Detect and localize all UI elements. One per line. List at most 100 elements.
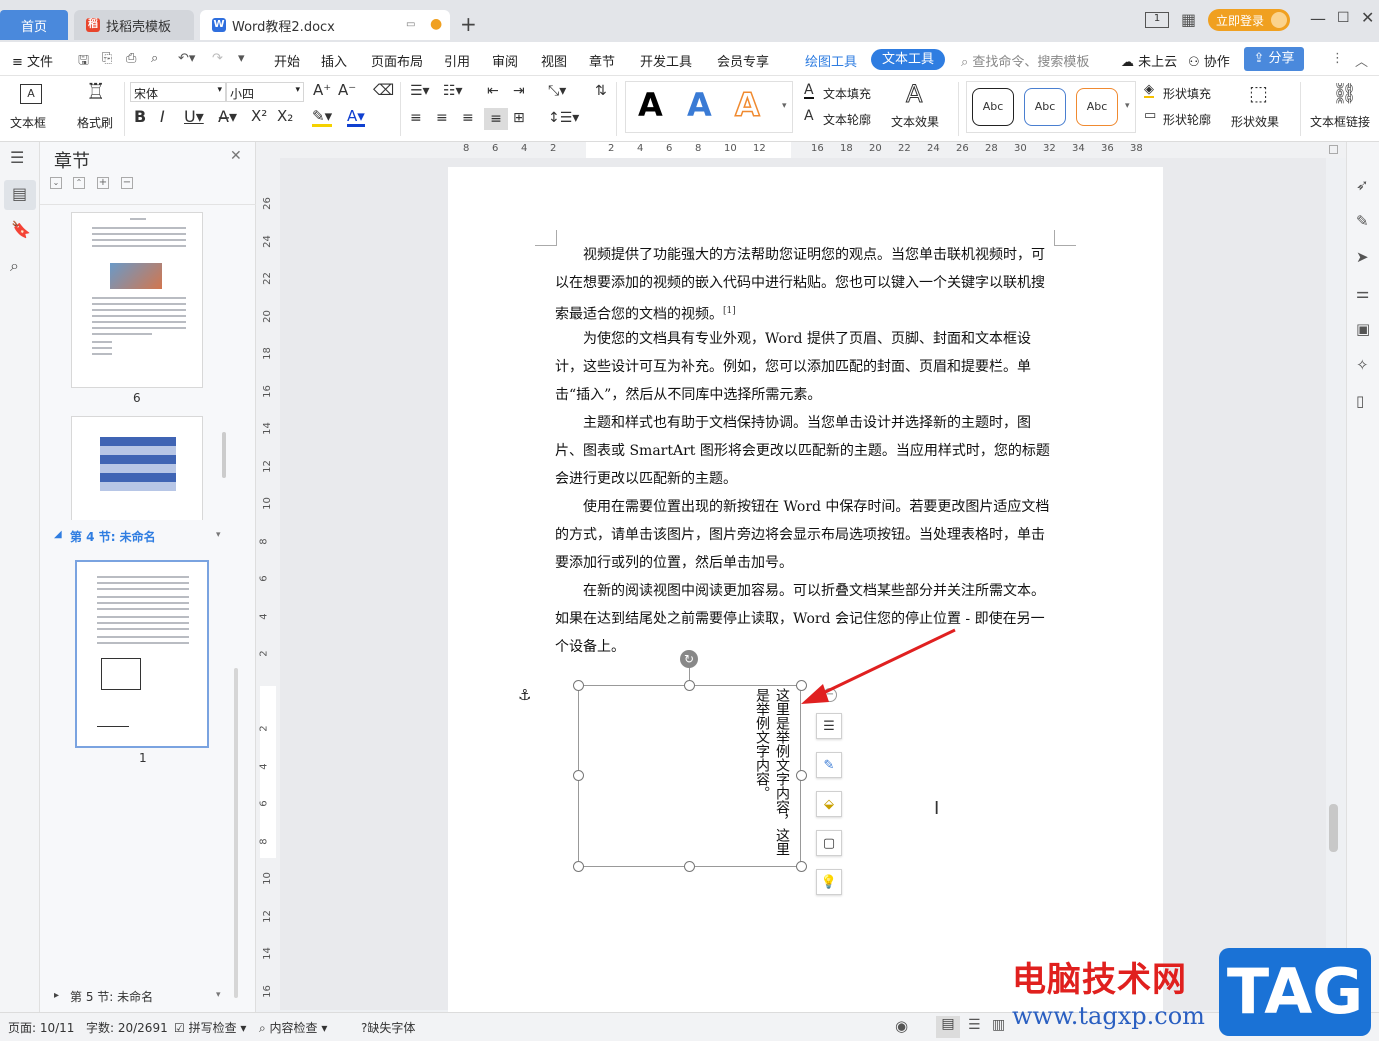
resize-handle-sw[interactable] bbox=[573, 861, 584, 872]
resize-handle-w[interactable] bbox=[573, 770, 584, 781]
menu-view[interactable]: 视图 bbox=[541, 51, 567, 70]
paragraph-2[interactable]: 为使您的文档具有专业外观，Word 提供了页眉、页脚、封面和文本框设计，这些设计… bbox=[555, 325, 1055, 409]
number-list-icon[interactable]: ☷▾ bbox=[443, 84, 463, 98]
rotate-handle-icon[interactable]: ↻ bbox=[680, 650, 698, 668]
textbox-button[interactable]: A 文本框 bbox=[8, 80, 54, 136]
superscript-icon[interactable]: X² bbox=[251, 109, 267, 124]
collapse-ribbon-icon[interactable]: ︿ bbox=[1355, 51, 1368, 70]
share-button[interactable]: ⇪ 分享 bbox=[1244, 47, 1304, 71]
shape-outline-button[interactable]: ▭ 形状轮廓 bbox=[1144, 109, 1224, 129]
paragraph-3[interactable]: 主题和样式也有助于文档保持协调。当您单击设计并选择新的主题时，图片、图表或 Sm… bbox=[555, 409, 1055, 493]
text-fill-button[interactable]: A 文本填充 bbox=[804, 83, 884, 103]
chapter-nav-active[interactable]: ▤ bbox=[4, 180, 36, 210]
remove-section-icon[interactable]: − bbox=[121, 177, 133, 189]
resize-handle-nw[interactable] bbox=[573, 680, 584, 691]
preview-icon[interactable]: ⌕ bbox=[151, 51, 158, 66]
maximize-icon[interactable]: ☐ bbox=[1337, 10, 1350, 26]
paragraph-1[interactable]: 视频提供了功能强大的方法帮助您证明您的观点。当您单击联机视频时，可以在想要添加的… bbox=[555, 241, 1055, 329]
border-icon[interactable]: ▢ bbox=[816, 830, 842, 856]
thumb-scroll[interactable] bbox=[222, 432, 226, 478]
minimize-icon[interactable]: — bbox=[1310, 9, 1326, 28]
quick-access-more-icon[interactable]: ▾ bbox=[238, 51, 245, 66]
eye-protect-icon[interactable]: ◉ bbox=[895, 1017, 908, 1035]
align-right-icon[interactable]: ≡ bbox=[462, 111, 474, 125]
line-spacing-icon[interactable]: ↕☰▾ bbox=[548, 111, 579, 125]
paragraph-4[interactable]: 使用在需要位置出现的新按钮在 Word 中保存时间。若要更改图片适应文档的方式，… bbox=[555, 493, 1055, 577]
search-icon[interactable]: ⌕ bbox=[10, 258, 19, 274]
resize-handle-n[interactable] bbox=[684, 680, 695, 691]
spell-check-button[interactable]: ☑ 拼写检查 ▾ bbox=[174, 1019, 246, 1036]
format-brush-button[interactable]: ♖ 格式刷 bbox=[74, 80, 118, 136]
close-icon[interactable]: ✕ bbox=[230, 148, 242, 164]
shrink-font-icon[interactable]: A⁻ bbox=[338, 83, 356, 98]
menu-text-tool[interactable]: 文本工具 bbox=[871, 49, 945, 70]
shape-style-orange[interactable]: Abc bbox=[1076, 88, 1118, 126]
grow-font-icon[interactable]: A⁺ bbox=[313, 83, 331, 98]
indent-icon[interactable]: ⇥ bbox=[513, 84, 525, 98]
tab-home[interactable]: 首页 bbox=[0, 10, 68, 40]
outline-view-icon[interactable]: ☰ bbox=[968, 1017, 981, 1033]
font-select[interactable]: 宋体 ▾ bbox=[130, 82, 226, 102]
menu-developer[interactable]: 开发工具 bbox=[640, 51, 692, 70]
pointer-icon[interactable]: ➤ bbox=[1356, 250, 1369, 265]
textbox-column-1[interactable]: 这里是举例文字内容，这里 bbox=[771, 688, 793, 868]
vertical-ruler[interactable]: 26 24 22 20 18 16 14 12 10 8 6 4 2 2 4 6 8 10 12 14 16 bbox=[256, 158, 280, 1010]
monitor-icon[interactable]: ▭ bbox=[406, 19, 415, 30]
edit-icon[interactable]: ✎ bbox=[1356, 214, 1369, 229]
wordart-gallery[interactable]: A A A ▾ bbox=[625, 81, 793, 133]
expand-all-icon[interactable]: ⌄ bbox=[50, 177, 62, 189]
reader-icon[interactable]: ▯ bbox=[1356, 394, 1364, 409]
italic-icon[interactable]: I bbox=[160, 109, 165, 125]
strike-icon[interactable]: A̶▾ bbox=[218, 109, 237, 125]
content-check-button[interactable]: ⌕ 内容检查 ▾ bbox=[259, 1019, 327, 1036]
section-4-title[interactable]: 第 4 节: 未命名 bbox=[70, 528, 156, 545]
rocket-icon[interactable]: ➶ bbox=[1356, 178, 1369, 193]
collapse-all-icon[interactable]: ⌃ bbox=[73, 177, 85, 189]
menu-insert[interactable]: 插入 bbox=[321, 51, 347, 70]
menu-chapter[interactable]: 章节 bbox=[589, 51, 615, 70]
wordart-style-blue[interactable]: A bbox=[687, 89, 712, 121]
outdent-icon[interactable]: ⇤ bbox=[487, 84, 499, 98]
menu-reference[interactable]: 引用 bbox=[444, 51, 470, 70]
section-collapsed-icon[interactable]: ▸ bbox=[54, 990, 59, 1001]
justify-icon[interactable]: ≡ bbox=[484, 108, 508, 130]
new-tab-button[interactable]: + bbox=[460, 12, 477, 36]
layout-options-icon[interactable]: ☰ bbox=[816, 713, 842, 739]
login-button[interactable]: 立即登录 bbox=[1208, 9, 1290, 31]
compass-icon[interactable]: ✧ bbox=[1356, 358, 1369, 373]
sort-icon[interactable]: ⇅ bbox=[595, 84, 607, 98]
section-5-title[interactable]: 第 5 节: 未命名 bbox=[70, 988, 153, 1005]
print-icon[interactable]: ⎙ bbox=[126, 51, 136, 66]
resize-handle-s[interactable] bbox=[684, 861, 695, 872]
anchor-icon[interactable]: ⚓ bbox=[518, 686, 531, 704]
font-color-icon[interactable]: A▾ bbox=[347, 109, 365, 127]
cloud-status[interactable]: ☁ 未上云 bbox=[1121, 51, 1177, 70]
menu-review[interactable]: 审阅 bbox=[492, 51, 518, 70]
shape-fill-button[interactable]: ◈ 形状填充 bbox=[1144, 83, 1224, 103]
search-command[interactable]: ⌕ 查找命令、搜索模板 bbox=[961, 51, 1089, 70]
scroll-top-icon[interactable] bbox=[1329, 145, 1338, 154]
bookmark-icon[interactable]: 🔖 bbox=[11, 222, 31, 238]
page-thumbnail-table[interactable] bbox=[71, 416, 203, 520]
undo-icon[interactable]: ↶▾ bbox=[178, 51, 195, 66]
pen-icon[interactable]: ✎ bbox=[816, 752, 842, 778]
chevron-down-icon[interactable]: ▾ bbox=[216, 530, 221, 540]
page-thumbnail-1[interactable] bbox=[75, 560, 209, 748]
menu-start[interactable]: 开始 bbox=[274, 51, 300, 70]
add-section-icon[interactable]: + bbox=[97, 177, 109, 189]
shape-style-gallery[interactable]: Abc Abc Abc ▾ bbox=[966, 81, 1136, 133]
bold-icon[interactable]: B bbox=[134, 109, 146, 125]
bullet-list-icon[interactable]: ☰▾ bbox=[410, 84, 430, 98]
text-outline-button[interactable]: A 文本轮廓 bbox=[804, 109, 884, 129]
menu-draw-tool[interactable]: 绘图工具 bbox=[805, 51, 857, 70]
gallery-more-icon[interactable]: ▾ bbox=[782, 102, 787, 111]
clear-format-icon[interactable]: ⌫ bbox=[373, 83, 394, 98]
textbox-link-button[interactable]: ⛓ 文本框链接 bbox=[1306, 80, 1376, 136]
grid-apps-icon[interactable]: ▦ bbox=[1181, 10, 1196, 29]
shape-style-blue[interactable]: Abc bbox=[1024, 88, 1066, 126]
highlight-icon[interactable]: ✎▾ bbox=[312, 109, 333, 127]
menu-member[interactable]: 会员专享 bbox=[717, 51, 769, 70]
image-tool-icon[interactable]: ▣ bbox=[1356, 322, 1370, 337]
shape-style-black[interactable]: Abc bbox=[972, 88, 1014, 126]
wordart-style-orange[interactable]: A bbox=[734, 88, 760, 122]
